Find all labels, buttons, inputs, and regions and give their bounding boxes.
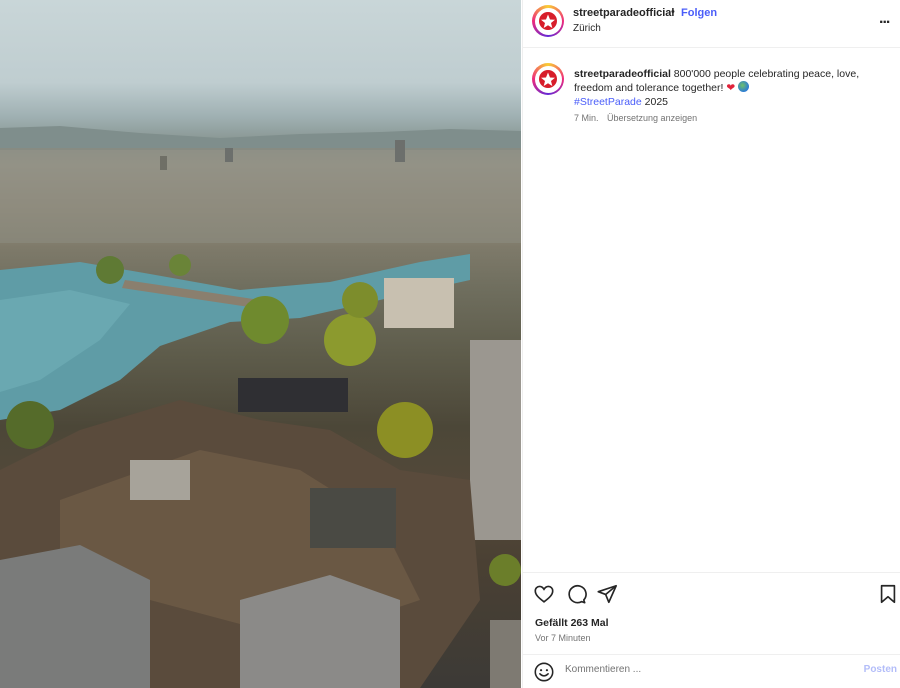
likes-count[interactable]: Gefällt 263 Mal [535,617,609,629]
bookmark-icon[interactable] [877,583,899,605]
street-parade-logo-icon [539,70,557,88]
more-horizontal-icon[interactable]: ... [879,10,890,28]
separator-dot: • [671,6,675,18]
action-bar: Gefällt 263 Mal Vor 7 Minuten Posten [523,572,900,688]
caption-meta: 7 Min. Übersetzung anzeigen [574,113,697,123]
location-link[interactable]: Zürich [573,23,601,34]
street-parade-logo-icon [539,12,557,30]
aerial-city-photo [0,126,521,688]
speech-bubble-icon[interactable] [565,583,587,605]
hashtag-link[interactable]: #StreetParade [574,96,642,108]
follow-button[interactable]: Folgen [681,7,717,19]
caption-year: 2025 [641,96,668,108]
heart-emoji-icon: ❤ [726,82,736,94]
post-photo[interactable] [0,0,521,688]
heart-outline-icon[interactable] [533,583,555,605]
comment-bar: Posten [523,654,900,688]
post-panel: streetparadeofficial • Folgen Zürich ...… [522,0,900,688]
globe-emoji-icon [738,81,750,92]
avatar[interactable] [532,5,564,37]
post-comment-button[interactable]: Posten [864,664,897,675]
smiley-icon[interactable] [533,661,555,683]
post-header: streetparadeofficial • Folgen Zürich ... [523,0,900,48]
post-timestamp: Vor 7 Minuten [535,633,591,643]
caption-avatar[interactable] [532,63,564,95]
comment-input[interactable] [565,664,845,675]
header-username[interactable]: streetparadeofficial [573,7,674,19]
caption-text: streetparadeofficial 800'000 people cele… [574,67,874,109]
caption-username[interactable]: streetparadeofficial [574,68,671,80]
paper-plane-icon[interactable] [596,583,618,605]
translate-link[interactable]: Übersetzung anzeigen [607,113,697,123]
caption-time: 7 Min. [574,113,599,123]
